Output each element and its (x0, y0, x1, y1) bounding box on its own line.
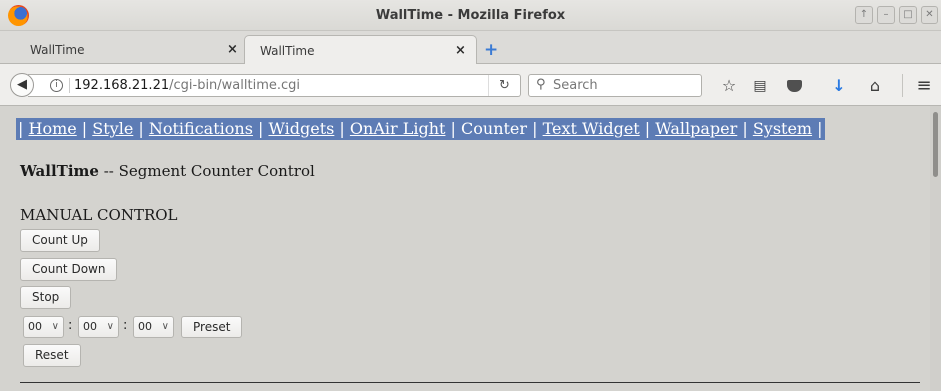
tab-close-icon[interactable]: × (455, 43, 466, 58)
url-bar[interactable]: i 192.168.21.21/cgi-bin/walltime.cgi ↻ (28, 74, 521, 97)
chevron-down-icon: ∨ (51, 321, 59, 332)
stop-button[interactable]: Stop (20, 286, 72, 309)
menu-item-counter: Counter (461, 119, 528, 138)
chevron-down-icon: ∨ (106, 321, 114, 332)
search-icon: ⚲ (536, 77, 546, 92)
search-input[interactable] (553, 77, 693, 94)
url-path: /cgi-bin/walltime.cgi (169, 78, 301, 93)
back-arrow-icon[interactable]: ◀ (10, 73, 34, 97)
tab-close-icon[interactable]: × (227, 42, 238, 57)
minutes-value: 00 (83, 320, 97, 333)
reading-list-icon[interactable]: ▤ (749, 75, 771, 97)
preset-button[interactable]: Preset (181, 316, 243, 338)
section-title: MANUAL CONTROL (20, 206, 178, 224)
menu-item-onair-light[interactable]: OnAir Light (350, 119, 446, 138)
seconds-select[interactable]: 00 ∨ (133, 316, 174, 338)
tab-label: WallTime (260, 44, 315, 58)
tab-label: WallTime (30, 43, 85, 57)
window-titlebar: WallTime - Mozilla Firefox ↑ – □ ✕ (0, 0, 941, 31)
page-heading: WallTime -- Segment Counter Control (20, 162, 315, 180)
url-text[interactable]: 192.168.21.21/cgi-bin/walltime.cgi (74, 78, 300, 93)
restore-icon[interactable]: ↑ (855, 6, 873, 24)
time-separator: : (68, 318, 73, 333)
menu-item-home[interactable]: Home (28, 119, 76, 138)
minutes-select[interactable]: 00 ∨ (78, 316, 119, 338)
new-tab-plus-icon[interactable]: + (484, 40, 498, 60)
reload-icon[interactable]: ↻ (488, 75, 520, 96)
maximize-icon[interactable]: □ (899, 6, 917, 24)
menu-item-text-widget[interactable]: Text Widget (543, 119, 640, 138)
minimize-icon[interactable]: – (877, 6, 895, 24)
menu-item-wallpaper[interactable]: Wallpaper (655, 119, 737, 138)
scrollbar-thumb[interactable] (933, 112, 938, 177)
navigation-toolbar: i 192.168.21.21/cgi-bin/walltime.cgi ↻ ◀… (0, 64, 941, 106)
page-content: | Home | Style | Notifications | Widgets… (0, 106, 941, 391)
home-icon[interactable]: ⌂ (864, 75, 886, 97)
close-icon[interactable]: ✕ (921, 6, 938, 24)
reset-button[interactable]: Reset (23, 344, 81, 367)
menu-item-system[interactable]: System (753, 119, 812, 138)
site-menu-bar: | Home | Style | Notifications | Widgets… (16, 118, 825, 140)
tab-walltime-2[interactable]: WallTime × (244, 35, 477, 64)
count-down-button[interactable]: Count Down (20, 258, 118, 281)
hours-select[interactable]: 00 ∨ (23, 316, 64, 338)
url-host: 192.168.21.21 (74, 78, 170, 93)
time-separator: : (123, 318, 128, 333)
chevron-down-icon: ∨ (161, 321, 169, 332)
tab-strip: WallTime × WallTime × + (0, 31, 941, 64)
tab-walltime-1[interactable]: WallTime × (15, 35, 247, 64)
url-divider (69, 78, 70, 93)
toolbar-separator (902, 74, 903, 97)
vertical-scrollbar[interactable] (930, 106, 941, 391)
heading-app-name: WallTime (20, 162, 99, 180)
hours-value: 00 (28, 320, 42, 333)
menu-item-notifications[interactable]: Notifications (149, 119, 253, 138)
heading-subtitle: -- Segment Counter Control (98, 162, 315, 180)
window-title: WallTime - Mozilla Firefox (375, 8, 566, 23)
seconds-value: 00 (138, 320, 152, 333)
site-info-icon[interactable]: i (50, 79, 63, 92)
search-bar[interactable]: ⚲ (528, 74, 702, 97)
count-up-button[interactable]: Count Up (20, 229, 100, 252)
menu-item-style[interactable]: Style (92, 119, 133, 138)
downloads-arrow-icon[interactable]: ↓ (828, 75, 850, 97)
pocket-icon[interactable] (783, 75, 805, 97)
hamburger-menu-icon[interactable]: ≡ (913, 75, 935, 97)
bookmark-star-icon[interactable]: ☆ (718, 75, 740, 97)
horizontal-divider (20, 382, 920, 383)
menu-item-widgets[interactable]: Widgets (268, 119, 334, 138)
